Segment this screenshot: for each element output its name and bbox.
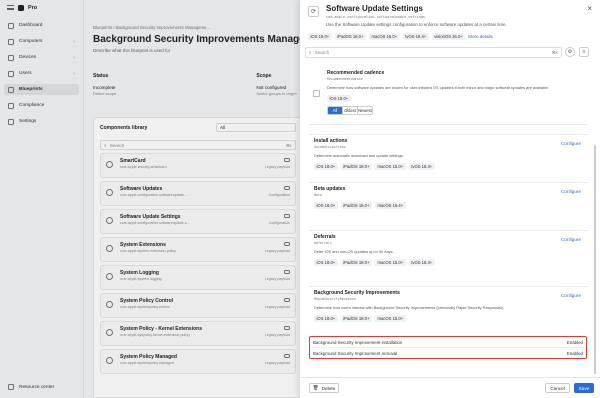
trash-icon: 🗑 xyxy=(312,385,319,390)
cadence-option-oldest[interactable]: Oldest xyxy=(343,107,358,114)
drawer-description: Use the Software Update settings configu… xyxy=(326,22,507,27)
platform-badge: tvOS 18.4+ xyxy=(402,33,429,40)
platform-badge: iOS 18.0+ xyxy=(314,315,338,322)
platform-badge: macOS 15.0+ xyxy=(374,163,406,170)
platform-badge: iPadOS 18.0+ xyxy=(340,259,372,266)
setting-value: Enabled xyxy=(566,339,583,345)
recommended-cadence-card: Recommended cadence RecommendedCadence D… xyxy=(309,63,588,125)
filter-icon[interactable]: ≡ xyxy=(579,47,589,57)
section-code: AutomaticActions xyxy=(314,145,346,149)
platform-badge: macOS 15.0+ xyxy=(374,259,406,266)
config-section-card: Background Security Improvements RapidSec… xyxy=(309,286,588,325)
highlighted-settings: Background Security Improvement installa… xyxy=(309,336,587,359)
section-code: Deferrals xyxy=(314,241,332,245)
setting-row[interactable]: Background Security Improvement removal E… xyxy=(310,348,586,359)
platform-badge: macOS 15.4+ xyxy=(374,202,406,209)
platform-badge: tvOS 18.4+ xyxy=(408,259,435,266)
delete-label: Delete xyxy=(321,385,336,391)
platform-badge: iOS 18.0+ xyxy=(314,163,338,170)
setting-label: Background Security Improvement installa… xyxy=(313,339,403,345)
recommended-cadence-checkbox[interactable] xyxy=(313,90,320,97)
config-section-card: Beta updates Beta iOS 18.0+ iPadOS 18.0+ mac… xyxy=(309,182,588,212)
configure-link[interactable]: Configure xyxy=(561,293,581,298)
cancel-button[interactable]: Cancel xyxy=(545,383,570,393)
platform-badge: iPadOS 18.0+ xyxy=(340,163,372,170)
platform-badge: iPadOS 18.0+ xyxy=(340,315,372,322)
drawer-code: com.apple.configuration.softwareupdate.s… xyxy=(326,15,426,19)
platform-badge: iOS 18.0+ xyxy=(327,95,351,102)
section-description: Defer iOS and non-OS updates up to 90 da… xyxy=(314,249,394,254)
platform-badge: iOS 18.0+ xyxy=(308,33,332,40)
section-platforms: iOS 18.0+ iPadOS 18.0+ macOS 15.0+ xyxy=(314,315,584,322)
close-icon[interactable]: × xyxy=(587,4,592,13)
recommended-cadence-code: RecommendedCadence xyxy=(327,77,363,81)
section-description: Determine how users interact with Backgr… xyxy=(314,305,505,310)
recommended-cadence-title: Recommended cadence xyxy=(327,70,385,76)
section-code: RapidSecurityResponse xyxy=(314,297,356,301)
cadence-segmented-control: All Oldest Newest xyxy=(327,106,373,115)
configure-link[interactable]: Configure xyxy=(561,141,581,146)
setting-row[interactable]: Background Security Improvement installa… xyxy=(310,337,586,348)
configure-link[interactable]: Configure xyxy=(561,237,581,242)
section-title: Background Security Improvements xyxy=(314,290,400,296)
more-details-link[interactable]: More details xyxy=(468,34,493,39)
section-title: Deferrals xyxy=(314,234,336,240)
setting-label: Background Security Improvement removal xyxy=(313,351,398,356)
refresh-icon: ⟳ xyxy=(308,6,319,17)
delete-button[interactable]: 🗑 Delete xyxy=(309,383,339,393)
drawer-body: Recommended cadence RecommendedCadence D… xyxy=(305,63,588,374)
section-title: Install actions xyxy=(314,138,348,144)
settings-toggle-icon[interactable]: ⚙ xyxy=(565,47,575,57)
platform-badge: visionOS 26.0+ xyxy=(431,33,466,40)
drawer-platforms: iOS 18.0+ iPadOS 18.0+ macOS 15.0+ tvOS … xyxy=(308,33,493,40)
drawer-search-placeholder: Search xyxy=(314,50,330,55)
section-code: Beta xyxy=(314,193,322,197)
drawer-scrollbar[interactable] xyxy=(594,145,596,374)
drawer-header: ⟳ Software Update Settings com.apple.con… xyxy=(300,0,600,45)
drawer-search-shortcut: ⌘K xyxy=(551,51,558,55)
platform-badge: iPadOS 18.0+ xyxy=(334,33,366,40)
section-platforms: iOS 18.0+ iPadOS 18.0+ macOS 15.0+ tvOS 18.… xyxy=(314,259,584,266)
setting-value: Enabled xyxy=(566,351,583,356)
config-section-card: Deferrals Deferrals Defer iOS and non-OS u… xyxy=(309,230,588,269)
configure-link[interactable]: Configure xyxy=(561,189,581,194)
platform-badge: iOS 18.0+ xyxy=(314,202,338,209)
cadence-option-newest[interactable]: Newest xyxy=(358,107,372,114)
recommended-cadence-description: Determine how software updates are shown… xyxy=(327,85,550,90)
platform-badge: tvOS 18.4+ xyxy=(408,163,435,170)
search-icon: ⌕ xyxy=(309,50,312,55)
section-platforms: iOS 18.0+ iPadOS 18.0+ macOS 15.4+ xyxy=(314,202,584,209)
config-section-card: Install actions AutomaticActions Determine… xyxy=(309,134,588,173)
drawer-title: Software Update Settings xyxy=(326,4,423,13)
platform-badge: iPadOS 18.0+ xyxy=(340,202,372,209)
recommended-cadence-content: Recommended cadence RecommendedCadence D… xyxy=(327,70,549,115)
section-platforms: iOS 18.0+ iPadOS 18.0+ macOS 15.0+ tvOS 18.… xyxy=(314,163,584,170)
section-title: Beta updates xyxy=(314,186,346,192)
drawer-search-input[interactable]: ⌕ Search ⌘K xyxy=(305,47,562,58)
save-button[interactable]: Save xyxy=(574,383,594,393)
cadence-option-all[interactable]: All xyxy=(328,107,343,114)
drawer-footer: 🗑 Delete Cancel Save xyxy=(300,377,600,398)
platform-badge: iOS 18.0+ xyxy=(314,259,338,266)
section-description: Determine automatic download and update … xyxy=(314,153,404,158)
platform-badge: macOS 15.0+ xyxy=(374,315,406,322)
platform-badge: macOS 15.0+ xyxy=(368,33,400,40)
